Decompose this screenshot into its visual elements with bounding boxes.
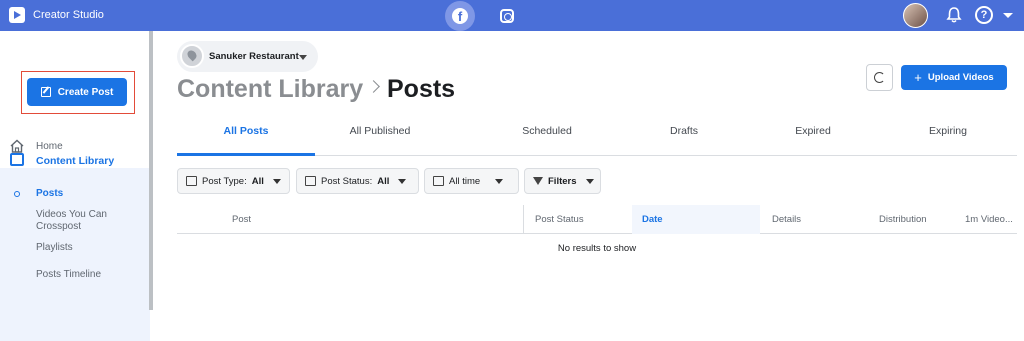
tab-scheduled[interactable]: Scheduled <box>478 125 616 137</box>
facebook-icon: f <box>452 8 468 24</box>
app-title: Creator Studio <box>33 9 104 21</box>
content-library-section <box>0 168 150 341</box>
column-header-post[interactable]: Post <box>232 214 251 225</box>
sidebar-item-posts-timeline[interactable]: Posts Timeline <box>36 269 101 281</box>
post-type-value: All <box>251 175 264 187</box>
column-header-1m-video[interactable]: 1m Video... <box>965 214 1013 225</box>
active-tab-indicator <box>177 153 315 156</box>
column-header-date[interactable]: Date <box>642 214 663 225</box>
table-header: Post Post Status Date Details Distributi… <box>177 205 1017 234</box>
caret-down-icon[interactable] <box>1003 13 1013 18</box>
calendar-icon <box>433 176 444 186</box>
instagram-platform-button[interactable] <box>498 7 516 25</box>
tab-expiring[interactable]: Expiring <box>879 125 1017 137</box>
post-status-icon <box>305 176 316 186</box>
avatar[interactable] <box>903 3 928 28</box>
breadcrumb-root[interactable]: Content Library <box>177 75 363 104</box>
sidebar-item-label: Home <box>36 141 63 152</box>
sidebar-scrollbar[interactable] <box>149 31 153 310</box>
post-status-value: All <box>377 175 390 187</box>
location-pin-icon <box>185 48 199 62</box>
page-avatar <box>180 44 204 68</box>
content-library-icon <box>10 153 24 166</box>
active-dot-icon <box>14 191 20 197</box>
column-header-details[interactable]: Details <box>772 214 801 225</box>
chevron-right-icon <box>367 80 380 93</box>
tab-all-published[interactable]: All Published <box>311 125 449 137</box>
chevron-down-icon <box>272 178 281 184</box>
funnel-icon <box>533 177 543 185</box>
upload-videos-label: Upload Videos <box>927 72 994 83</box>
post-status-filter[interactable]: Post Status: All <box>296 168 419 194</box>
column-divider[interactable] <box>523 205 524 234</box>
post-type-label: Post Type: <box>202 175 247 187</box>
page-title: Posts <box>387 75 456 103</box>
refresh-icon <box>874 72 885 83</box>
page-selector[interactable]: Sanuker Restaurant <box>177 41 318 72</box>
post-type-icon <box>186 176 197 186</box>
sidebar-item-content-library[interactable]: Content Library <box>36 155 114 167</box>
bell-icon[interactable] <box>945 6 963 24</box>
empty-state-message: No results to show <box>557 243 637 254</box>
sidebar-item-videos-crosspost[interactable]: Videos You Can Crosspost <box>36 209 126 233</box>
creator-studio-logo-icon <box>9 7 25 23</box>
sidebar-item-playlists[interactable]: Playlists <box>36 242 73 254</box>
time-value: All time <box>449 175 481 187</box>
create-post-label: Create Post <box>57 86 114 98</box>
chevron-down-icon <box>398 178 407 184</box>
plus-icon: + <box>914 69 922 85</box>
sidebar-item-posts[interactable]: Posts <box>36 188 63 199</box>
post-type-filter[interactable]: Post Type: All <box>177 168 290 194</box>
tab-expired[interactable]: Expired <box>744 125 882 137</box>
tab-drafts[interactable]: Drafts <box>615 125 753 137</box>
home-icon <box>10 139 24 153</box>
instagram-icon <box>500 9 514 23</box>
column-header-post-status[interactable]: Post Status <box>535 214 584 225</box>
chevron-down-icon <box>299 55 307 60</box>
time-filter[interactable]: All time <box>424 168 519 194</box>
top-bar: Creator Studio f ? <box>0 0 1024 31</box>
filters-button[interactable]: Filters <box>524 168 601 194</box>
edit-icon <box>40 87 51 97</box>
facebook-platform-button[interactable]: f <box>445 1 475 31</box>
chevron-down-icon <box>495 178 504 184</box>
create-post-button[interactable]: Create Post <box>27 78 127 106</box>
upload-videos-button[interactable]: + Upload Videos <box>901 65 1007 90</box>
help-icon[interactable]: ? <box>975 6 993 24</box>
post-status-label: Post Status: <box>321 175 373 187</box>
column-header-distribution[interactable]: Distribution <box>879 214 927 225</box>
page-name: Sanuker Restaurant <box>209 51 299 62</box>
chevron-down-icon <box>585 178 594 184</box>
refresh-button[interactable] <box>866 64 893 91</box>
tab-bar: All Posts All Published Scheduled Drafts… <box>177 118 1017 156</box>
tab-all-posts[interactable]: All Posts <box>177 125 315 137</box>
filters-label: Filters <box>548 175 577 187</box>
